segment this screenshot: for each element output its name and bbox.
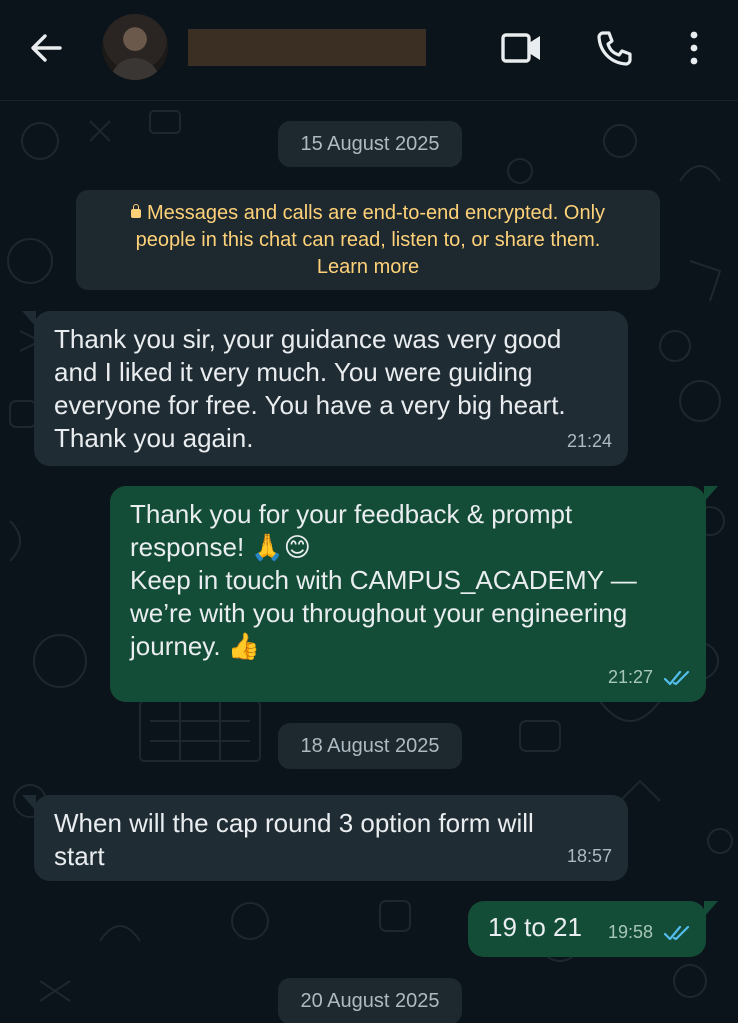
date-separator: 20 August 2025 <box>278 978 462 1023</box>
message-outgoing[interactable]: Thank you for your feedback & prompt res… <box>110 486 718 702</box>
more-vertical-icon[interactable] <box>684 30 704 66</box>
date-separator: 18 August 2025 <box>278 723 462 769</box>
message-time: 19:58 <box>607 922 653 942</box>
encryption-text-2: people in this chat can read, listen to,… <box>135 229 601 251</box>
message-text: Thank you sir, your guidance was very go… <box>54 324 562 354</box>
video-call-icon[interactable] <box>500 30 544 66</box>
message-time: 21:24 <box>566 431 612 451</box>
chat-header <box>0 0 738 101</box>
date-separator: 15 August 2025 <box>278 121 462 167</box>
message-text: response! 🙏😊 <box>130 532 311 562</box>
message-time: 21:27 <box>607 667 653 687</box>
message-time-with-status: 19:58 <box>608 916 690 949</box>
double-check-read-icon <box>664 671 690 686</box>
message-text: Thank you for your feedback & prompt <box>130 499 573 529</box>
encryption-text-1: Messages and calls are end-to-end encryp… <box>146 202 606 224</box>
message-time: 18:57 <box>566 846 612 866</box>
message-text: Keep in touch with CAMPUS_ACADEMY — <box>130 565 637 595</box>
message-time-with-status: 21:27 <box>608 661 690 694</box>
message-text: start <box>54 841 105 871</box>
arrow-left-icon[interactable] <box>26 28 66 68</box>
message-text: journey. 👍 <box>130 631 261 661</box>
message-outgoing[interactable]: 19 to 21 19:58 <box>468 901 718 957</box>
lock-icon <box>130 204 141 218</box>
contact-name-redacted[interactable] <box>188 29 426 66</box>
learn-more-link[interactable]: Learn more <box>317 254 419 281</box>
message-text: When will the cap round 3 option form wi… <box>54 808 534 838</box>
message-incoming[interactable]: Thank you sir, your guidance was very go… <box>22 311 628 466</box>
message-incoming[interactable]: When will the cap round 3 option form wi… <box>22 795 628 881</box>
phone-icon[interactable] <box>594 28 634 68</box>
message-text: Thank you again. <box>54 423 254 453</box>
message-text: everyone for free. You have a very big h… <box>54 390 566 420</box>
double-check-read-icon <box>664 926 690 941</box>
encryption-notice[interactable]: Messages and calls are end-to-end encryp… <box>76 190 660 290</box>
chat-area[interactable]: 15 August 2025 Messages and calls are en… <box>0 101 738 1023</box>
message-text: and I liked it very much. You were guidi… <box>54 357 533 387</box>
avatar[interactable] <box>102 14 168 80</box>
message-text: we’re with you throughout your engineeri… <box>130 598 628 628</box>
